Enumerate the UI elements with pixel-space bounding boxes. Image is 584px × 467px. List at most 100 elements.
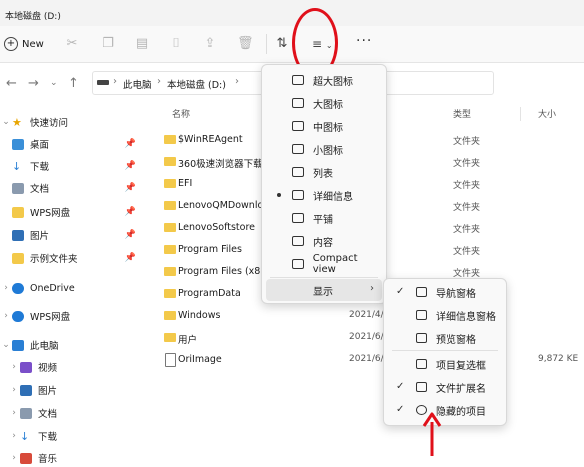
column-header-name[interactable]: 名称 <box>172 107 190 120</box>
sidebar-item-pictures-pinned[interactable]: 图片 📌 <box>0 226 148 244</box>
paste-icon[interactable]: ▤ <box>134 36 150 52</box>
column-header-type[interactable]: 类型 <box>453 107 471 120</box>
checkmark-icon: ✓ <box>396 381 405 392</box>
column-divider[interactable] <box>520 107 521 121</box>
file-type: 文件夹 <box>453 181 481 191</box>
sidebar-item-onedrive[interactable]: › OneDrive <box>0 279 148 297</box>
show-menu-item-label: 文件扩展名 <box>436 383 486 395</box>
drive-icon <box>97 80 109 85</box>
show-menu-item[interactable]: ✓ 隐藏的项目 <box>388 399 502 421</box>
view-menu-item[interactable]: 列表 <box>266 161 382 183</box>
table-row[interactable]: OriImage 2021/6/2 9,872 KE <box>148 349 584 371</box>
show-menu-item[interactable]: ✓ 文件扩展名 <box>388 376 502 398</box>
delete-icon[interactable]: 🗑 <box>237 36 254 52</box>
back-arrow-icon[interactable]: ← <box>6 76 17 91</box>
sidebar-item-pictures[interactable]: › 图片 <box>0 381 156 399</box>
folder-icon <box>164 157 176 166</box>
pin-icon: 📌 <box>124 230 136 240</box>
show-menu-item[interactable]: 预览窗格 <box>388 327 502 349</box>
view-menu-item[interactable]: 大图标 <box>266 92 382 114</box>
show-menu-item[interactable]: 详细信息窗格 <box>388 304 502 326</box>
sidebar-item-label: 音乐 <box>38 454 58 465</box>
view-menu-item[interactable]: 平铺 <box>266 207 382 229</box>
sidebar-item-wps-drive[interactable]: › WPS网盘 <box>0 307 148 325</box>
up-arrow-icon[interactable]: ↑ <box>68 76 79 91</box>
file-size: 9,872 KE <box>538 354 579 364</box>
chevron-right-icon[interactable]: › <box>0 311 12 321</box>
sidebar-item-downloads[interactable]: ↓ 下载 📌 <box>0 157 148 175</box>
compact-view-icon <box>292 259 304 269</box>
sidebar-item-label: 文档 <box>30 184 50 195</box>
copy-icon[interactable]: ❐ <box>100 36 116 52</box>
show-menu-item[interactable]: ✓ 导航窗格 <box>388 281 502 303</box>
show-menu-item[interactable]: 项目复选框 <box>388 353 502 375</box>
view-menu-item[interactable]: 超大图标 <box>266 69 382 91</box>
view-menu-show[interactable]: 显示 › <box>266 279 382 301</box>
recent-chevron-icon[interactable]: ⌄ <box>50 78 58 88</box>
file-type: 文件夹 <box>453 137 481 147</box>
sidebar-item-label: OneDrive <box>30 282 75 294</box>
view-menu-item[interactable]: 内容 <box>266 230 382 252</box>
breadcrumb-drive-d[interactable]: 本地磁盘 (D:) <box>167 77 226 91</box>
breadcrumb-separator-icon: › <box>235 76 239 87</box>
more-options-icon[interactable]: ··· <box>356 33 372 49</box>
file-extension-icon <box>416 382 427 392</box>
file-type: 文件夹 <box>453 203 481 213</box>
large-icons-icon <box>292 98 304 108</box>
show-menu-item-label: 预览窗格 <box>436 334 476 346</box>
view-menu-item-label: 小图标 <box>313 145 343 157</box>
view-menu-item-label: 平铺 <box>313 214 333 226</box>
chevron-down-icon[interactable]: ⌄ <box>0 117 12 127</box>
sidebar-item-wps-drive-pinned[interactable]: WPS网盘 📌 <box>0 203 148 221</box>
chevron-right-icon[interactable]: › <box>8 385 20 395</box>
details-pane-icon <box>416 310 427 320</box>
download-icon: ↓ <box>12 159 22 173</box>
view-menu-item-label: 中图标 <box>313 122 343 134</box>
sort-icon[interactable]: ⇅ <box>274 36 290 52</box>
pin-icon: 📌 <box>124 161 136 171</box>
table-row[interactable]: 用户 2021/6/2 <box>148 327 584 349</box>
view-menu-item[interactable]: 中图标 <box>266 115 382 137</box>
view-menu-item[interactable]: Compact view <box>266 253 382 275</box>
folder-icon <box>164 201 176 210</box>
sidebar-item-music[interactable]: › 音乐 <box>0 449 156 467</box>
forward-arrow-icon[interactable]: → <box>28 76 39 91</box>
document-icon <box>12 182 24 194</box>
chevron-right-icon[interactable]: › <box>8 453 20 463</box>
chevron-right-icon[interactable]: › <box>8 362 20 372</box>
share-icon[interactable]: ⇪ <box>202 36 218 52</box>
view-menu-item[interactable]: 小图标 <box>266 138 382 160</box>
breadcrumb-this-pc[interactable]: 此电脑 <box>123 77 152 91</box>
file-name: 用户 <box>178 335 198 346</box>
chevron-right-icon[interactable]: › <box>8 408 20 418</box>
file-name: ProgramData <box>178 288 241 299</box>
view-menu-item[interactable]: 详细信息 <box>266 184 382 206</box>
sidebar-item-downloads-pc[interactable]: › ↓ 下载 <box>0 427 156 445</box>
column-header-size[interactable]: 大小 <box>538 107 556 120</box>
checkmark-icon: ✓ <box>396 404 405 415</box>
folder-icon <box>164 311 176 320</box>
navigation-pane-icon <box>416 287 427 297</box>
sidebar-item-documents-pc[interactable]: › 文档 <box>0 404 156 422</box>
cut-icon[interactable]: ✂ <box>64 36 80 52</box>
sidebar-item-quick-access[interactable]: ⌄ ★ 快速访问 <box>0 113 148 131</box>
cloud-icon <box>12 282 24 294</box>
view-menu-item-label: 大图标 <box>313 99 343 111</box>
show-menu-item-label: 详细信息窗格 <box>436 311 496 323</box>
table-row[interactable]: Windows 2021/4/1 <box>148 305 584 327</box>
chevron-right-icon[interactable]: › <box>0 283 12 293</box>
sidebar-item-sample-folder[interactable]: 示例文件夹 📌 <box>0 249 148 267</box>
sidebar-item-documents[interactable]: 文档 📌 <box>0 179 148 197</box>
sidebar-item-this-pc[interactable]: ⌄ 此电脑 <box>0 336 148 354</box>
sidebar-item-videos[interactable]: › 视频 <box>0 358 156 376</box>
show-menu-item-label: 项目复选框 <box>436 360 486 372</box>
chevron-down-icon[interactable]: ⌄ <box>0 340 12 350</box>
menu-separator <box>270 277 378 278</box>
sidebar-item-desktop[interactable]: 桌面 📌 <box>0 135 148 153</box>
picture-icon <box>12 229 24 241</box>
rename-icon[interactable]: ⌷ <box>168 36 184 52</box>
new-button[interactable]: + New <box>4 34 44 54</box>
view-menu: 超大图标大图标中图标小图标列表 详细信息平铺内容 Compact view 显示 › <box>261 64 387 304</box>
chevron-right-icon[interactable]: › <box>8 431 20 441</box>
list-icon <box>292 167 304 177</box>
